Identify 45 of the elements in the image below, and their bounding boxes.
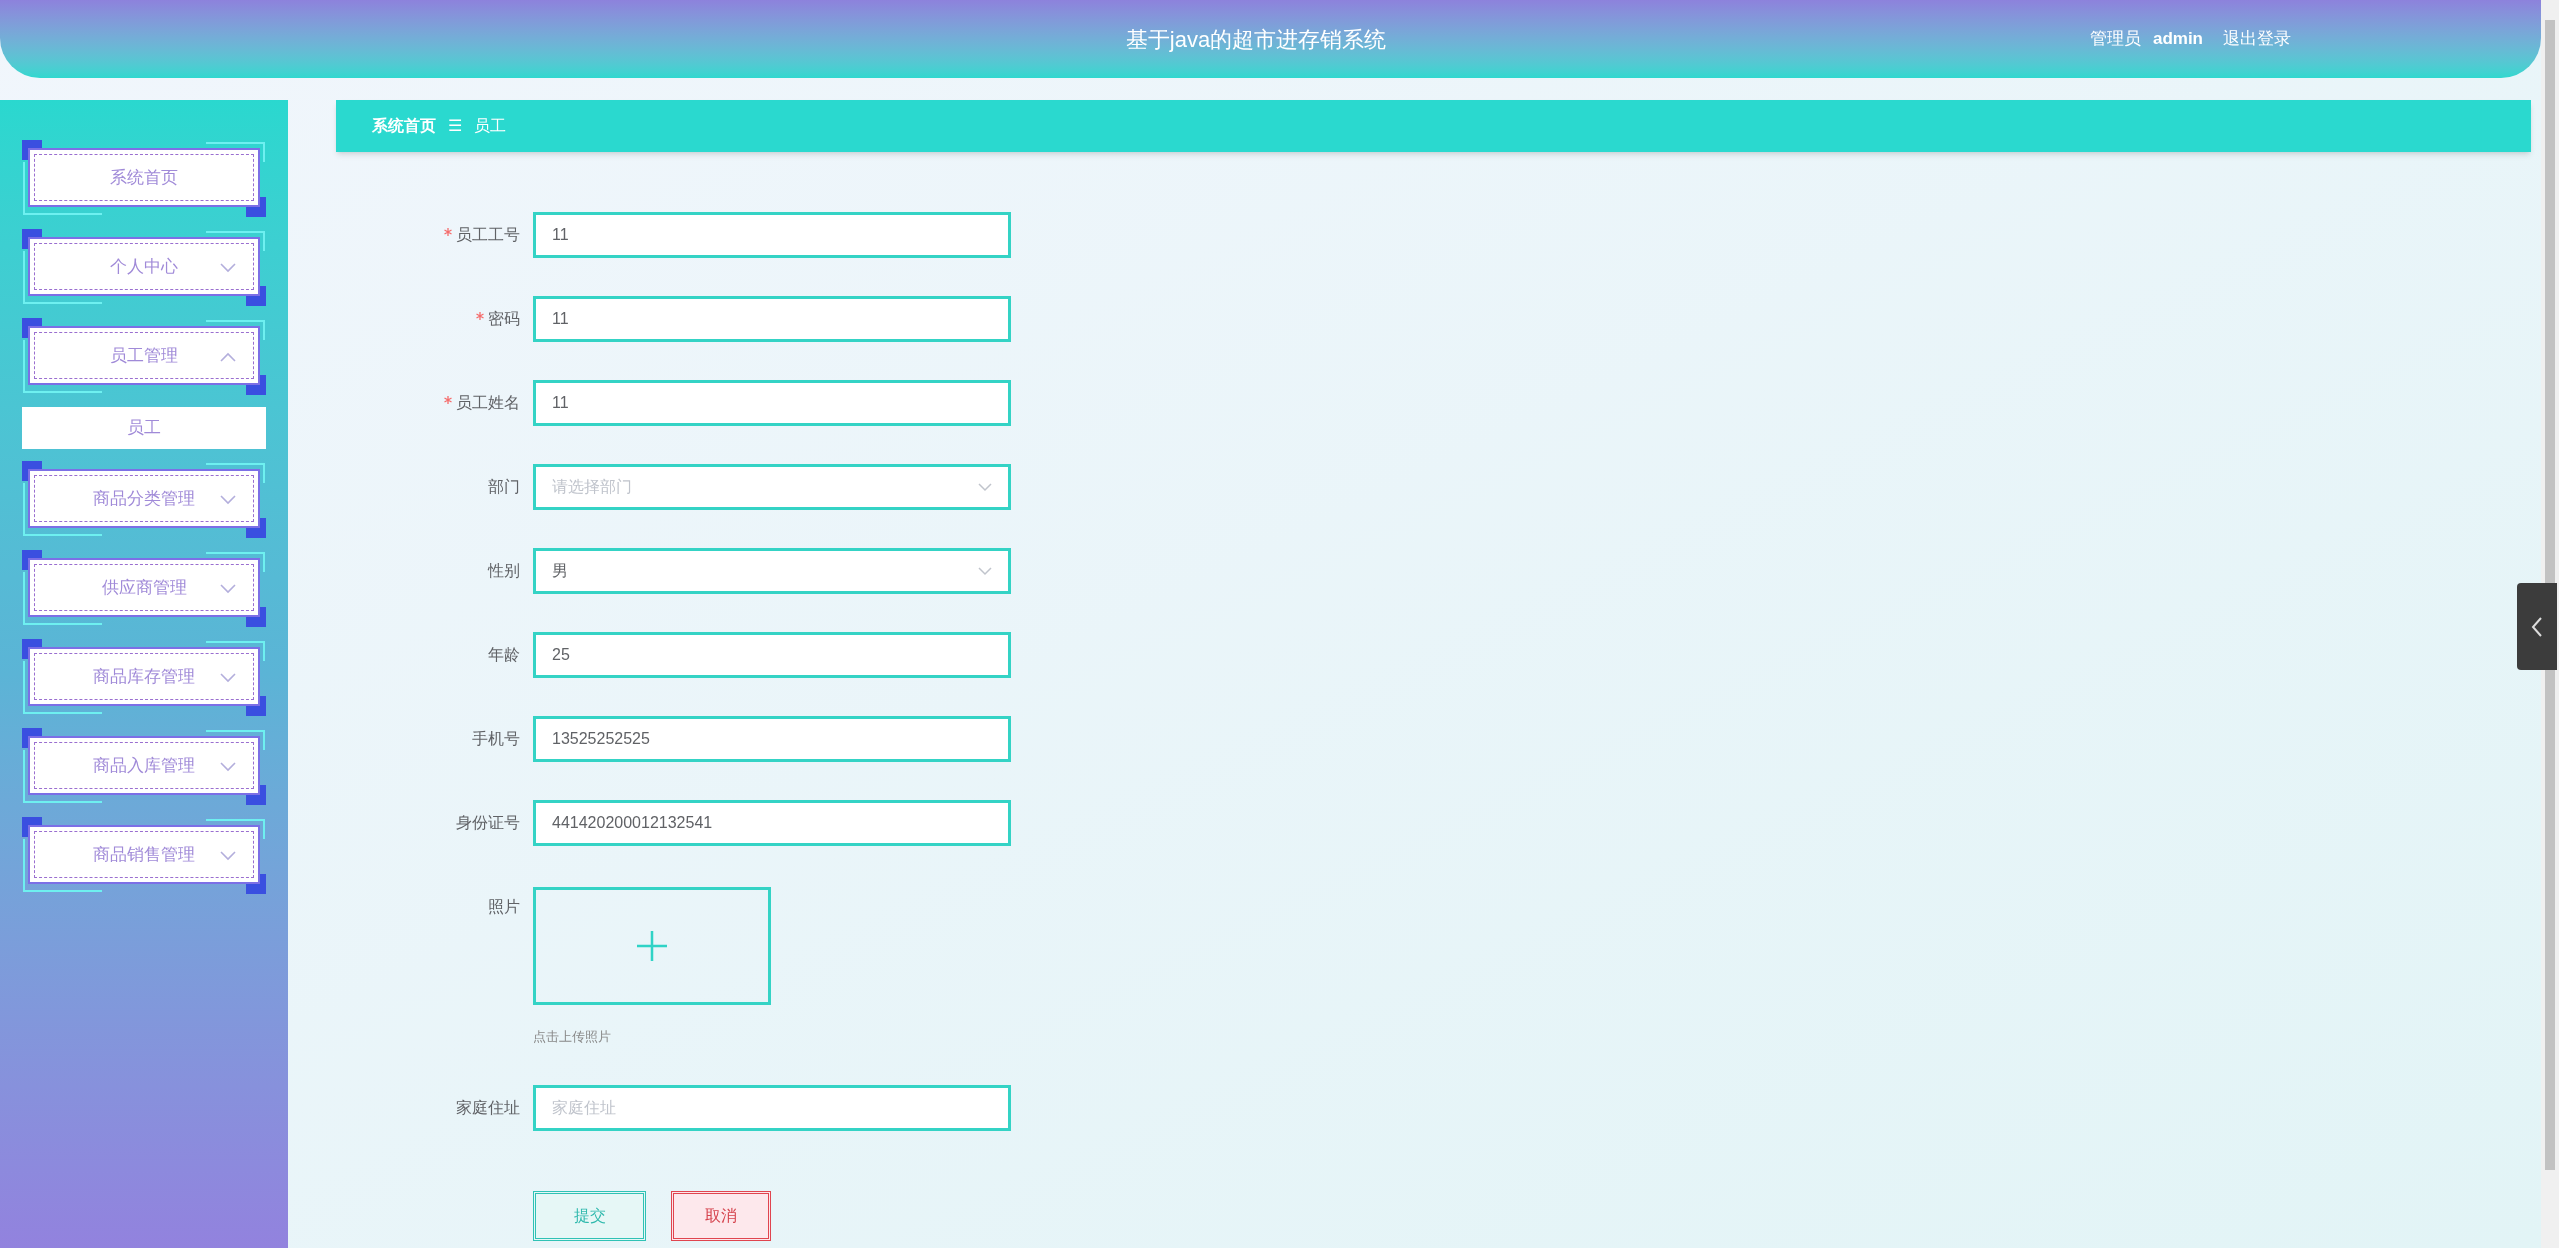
sidebar-menu-item[interactable]: 员工管理 <box>28 326 260 385</box>
sidebar-menu-item[interactable]: 商品入库管理 <box>28 736 260 795</box>
upload-box[interactable] <box>533 887 771 1005</box>
submit-button[interactable]: 提交 <box>533 1190 646 1241</box>
input-field[interactable]: 11 <box>533 296 1011 342</box>
field-label: 员工工号 <box>456 225 520 245</box>
sidebar-menu-item[interactable]: 商品库存管理 <box>28 647 260 706</box>
input-field[interactable]: 家庭住址 <box>533 1084 1011 1131</box>
field-label: 家庭住址 <box>456 1097 520 1118</box>
sidebar-menu-item[interactable]: 系统首页 <box>28 148 260 207</box>
field-label: 照片 <box>488 897 520 917</box>
collapse-button[interactable] <box>2517 583 2557 670</box>
chevron-left-icon <box>2531 615 2543 638</box>
sidebar-submenu-item[interactable]: 员工 <box>22 407 266 449</box>
input-field[interactable]: 13525252525 <box>533 716 1011 762</box>
select-field[interactable]: 男 <box>533 548 1011 594</box>
system-title: 基于java的超市进存销系统 <box>1125 25 1387 54</box>
field-label: 密码 <box>488 309 520 329</box>
scrollbar[interactable] <box>2541 0 2559 1248</box>
input-field[interactable]: 11 <box>533 380 1011 426</box>
field-label: 身份证号 <box>456 813 520 833</box>
field-label: 手机号 <box>472 729 520 749</box>
input-field[interactable]: 441420200012132541 <box>533 800 1011 846</box>
input-field[interactable]: 25 <box>533 632 1011 678</box>
input-field[interactable]: 11 <box>533 212 1011 258</box>
plus-icon <box>636 930 668 962</box>
chevron-down-icon <box>978 482 992 492</box>
logout-link[interactable]: 退出登录 <box>2223 26 2291 52</box>
sidebar-menu-item[interactable]: 个人中心 <box>28 237 260 296</box>
upload-hint: 点击上传照片 <box>533 1028 612 1046</box>
user-name: admin <box>2152 28 2203 51</box>
field-label: 性别 <box>488 561 520 581</box>
sidebar-menu-item[interactable]: 商品分类管理 <box>28 469 260 528</box>
user-role: 管理员 <box>2089 28 2141 51</box>
breadcrumb-separator: ☰ <box>448 116 462 136</box>
field-label: 年龄 <box>488 645 520 665</box>
chevron-down-icon <box>978 566 992 576</box>
cancel-button[interactable]: 取消 <box>671 1190 771 1241</box>
breadcrumb-link[interactable]: 系统首页 <box>372 114 436 138</box>
sidebar-menu-item[interactable]: 商品销售管理 <box>28 825 260 884</box>
breadcrumb-current: 员工 <box>474 116 506 136</box>
field-label: 员工姓名 <box>456 393 520 413</box>
sidebar-menu-item[interactable]: 供应商管理 <box>28 558 260 617</box>
field-label: 部门 <box>488 477 520 497</box>
select-field[interactable]: 请选择部门 <box>533 464 1011 510</box>
